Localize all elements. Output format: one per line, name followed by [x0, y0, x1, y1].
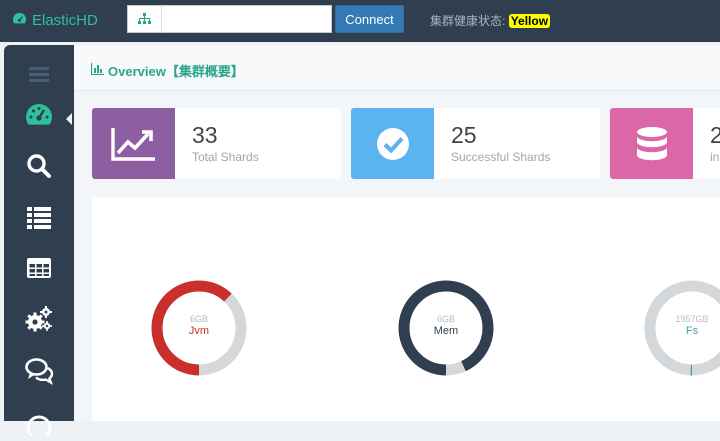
gauge-name: Fs	[685, 325, 699, 337]
page-title: Overview【集群概要】	[90, 61, 244, 80]
fs-gauge: 1957GB Fs	[642, 278, 720, 378]
gauge-size: 6GB	[436, 314, 455, 324]
gauge-name: Jvm	[188, 325, 210, 337]
stat-icon-box	[610, 108, 693, 179]
page-title-text: Overview【集群概要】	[108, 64, 244, 79]
mem-gauge: 6GB Mem	[396, 278, 496, 378]
search-icon[interactable]	[4, 146, 74, 186]
app-title: ElasticHD	[32, 12, 98, 29]
cluster-health: 集群健康状态: Yellow	[430, 12, 551, 29]
brand[interactable]: ElasticHD	[12, 11, 98, 30]
check-circle-icon	[376, 127, 409, 160]
page-header: Overview【集群概要】	[74, 45, 720, 91]
stat-label: in	[710, 150, 720, 164]
stat-label: Successful Shards	[451, 150, 551, 164]
info-icon[interactable]	[4, 401, 74, 441]
jvm-gauge: 6GB Jvm	[149, 278, 249, 378]
stat-card-total-shards: 33 Total Shards	[92, 108, 341, 179]
url-group	[127, 5, 332, 33]
sidebar	[4, 45, 74, 436]
table-icon[interactable]	[4, 248, 74, 288]
resource-gauges-panel: 6GB Jvm 6GB Mem 1957GB Fs	[92, 197, 720, 421]
stat-value: 33	[192, 122, 218, 148]
stat-value: 2	[710, 122, 720, 148]
list-icon[interactable]	[4, 197, 74, 237]
stat-label: Total Shards	[192, 150, 259, 164]
comments-icon[interactable]	[4, 350, 74, 390]
database-icon	[636, 126, 667, 160]
gauge-size: 6GB	[189, 314, 208, 324]
sitemap-icon	[127, 5, 162, 33]
dashboard-logo-icon	[12, 11, 27, 30]
es-url-input[interactable]	[162, 5, 332, 33]
gears-icon[interactable]	[4, 299, 74, 339]
stat-card-third: 2 in	[610, 108, 720, 179]
top-navbar: ElasticHD Connect 集群健康状态: Yellow	[0, 0, 720, 42]
gauge-size: 1957GB	[675, 314, 709, 324]
bar-chart-icon	[90, 63, 104, 78]
dashboard-icon[interactable]	[4, 95, 74, 135]
stat-value: 25	[451, 122, 477, 148]
connect-button[interactable]: Connect	[335, 5, 404, 33]
line-chart-icon	[110, 127, 155, 161]
stat-icon-box	[351, 108, 434, 179]
active-indicator	[66, 113, 72, 125]
stat-card-successful-shards: 25 Successful Shards	[351, 108, 600, 179]
health-label: 集群健康状态:	[430, 14, 506, 28]
health-status-badge: Yellow	[508, 14, 551, 28]
gauge-name: Mem	[433, 325, 459, 337]
menu-icon[interactable]	[4, 54, 74, 94]
stat-icon-box	[92, 108, 175, 179]
